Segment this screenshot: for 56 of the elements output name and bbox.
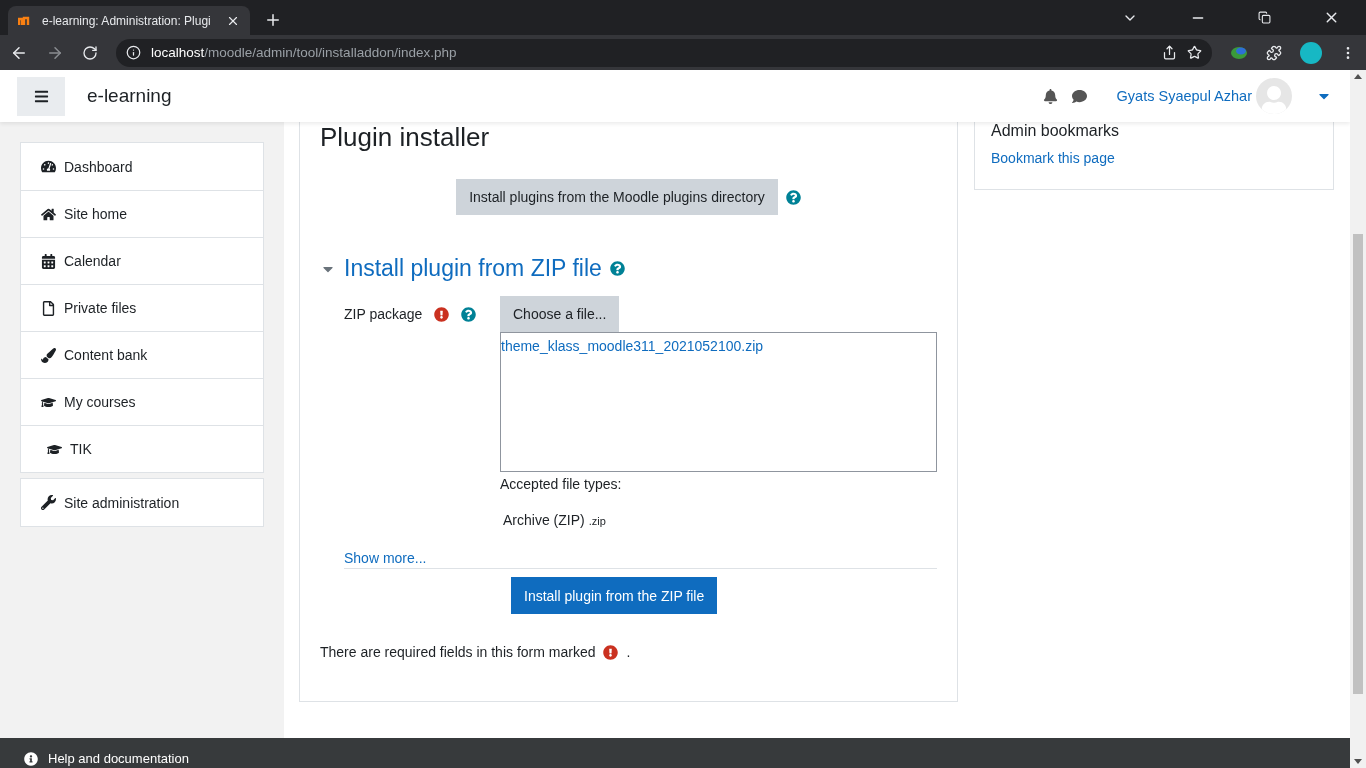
accepted-types-label: Accepted file types: [500,476,623,492]
file-icon [41,300,56,316]
reload-icon[interactable] [82,44,98,61]
new-tab-icon[interactable] [264,11,282,29]
bookmark-link[interactable]: Bookmark this page [991,150,1317,166]
section-title[interactable]: Install plugin from ZIP file [344,255,602,282]
address-bar[interactable]: localhost/moodle/admin/tool/installaddon/index.php [116,38,1212,67]
url-text: localhost/moodle/admin/tool/installaddon/index.php [151,45,457,60]
info-icon [24,752,38,766]
gauge-icon [41,159,56,174]
help-icon[interactable] [609,261,625,276]
block-title: Admin bookmarks [991,122,1121,140]
browser-tab[interactable]: e-learning: Administration: Plugi [8,6,250,35]
nav-item[interactable]: TIK [21,425,263,472]
share-icon[interactable] [1162,45,1177,60]
user-name-link[interactable]: Gyats Syaepul Azhar [1116,88,1252,104]
star-icon[interactable] [1187,45,1202,60]
menu-icon [33,88,49,104]
field-label: ZIP package [344,306,423,322]
page-title: Plugin installer [320,122,491,153]
help-icon[interactable] [785,189,801,205]
user-avatar [1256,78,1292,114]
chat-icon[interactable] [1071,88,1087,104]
brush-icon [41,347,56,363]
help-link[interactable]: Help and documentation [48,751,189,766]
nav-item[interactable]: Private files [21,284,263,331]
required-icon [603,644,619,660]
bell-icon[interactable] [1042,88,1058,104]
nav-item[interactable]: Content bank [21,331,263,378]
help-icon[interactable] [461,306,477,322]
nav-item[interactable]: Site administration [21,479,263,526]
info-icon [126,45,141,60]
tab-title: e-learning: Administration: Plugi [42,13,212,28]
file-link[interactable]: theme_klass_moodle311_2021052100.zip [501,338,764,354]
menu-button[interactable] [17,76,65,116]
required-note: There are required fields in this form marked [320,644,596,660]
choose-file-button[interactable]: Choose a file... [500,296,620,332]
nav-item[interactable]: Calendar [21,237,263,284]
nav-item[interactable]: Site home [21,190,263,237]
restore-icon[interactable] [1258,11,1271,24]
site-name: e-learning [87,85,172,107]
file-type-text: Archive (ZIP) [503,512,585,528]
wrench-icon [41,495,56,510]
period-text: . [626,644,631,660]
house-icon [41,206,56,222]
profile-avatar[interactable] [1300,41,1322,64]
file-extension-text: .zip [588,515,606,527]
puzzle-icon[interactable] [1266,44,1282,61]
file-drop-area[interactable]: theme_klass_moodle311_2021052100.zip [500,332,937,472]
install-button[interactable]: Install plugin from the ZIP file [511,577,718,614]
nav-item[interactable]: My courses [21,378,263,425]
calendar-icon [41,253,56,269]
extension-icon[interactable] [1230,45,1248,60]
directory-button[interactable]: Install plugins from the Moodle plugins directory [456,179,778,215]
nav-item[interactable]: Dashboard [21,143,263,190]
show-more-link[interactable]: Show more... [344,550,937,569]
